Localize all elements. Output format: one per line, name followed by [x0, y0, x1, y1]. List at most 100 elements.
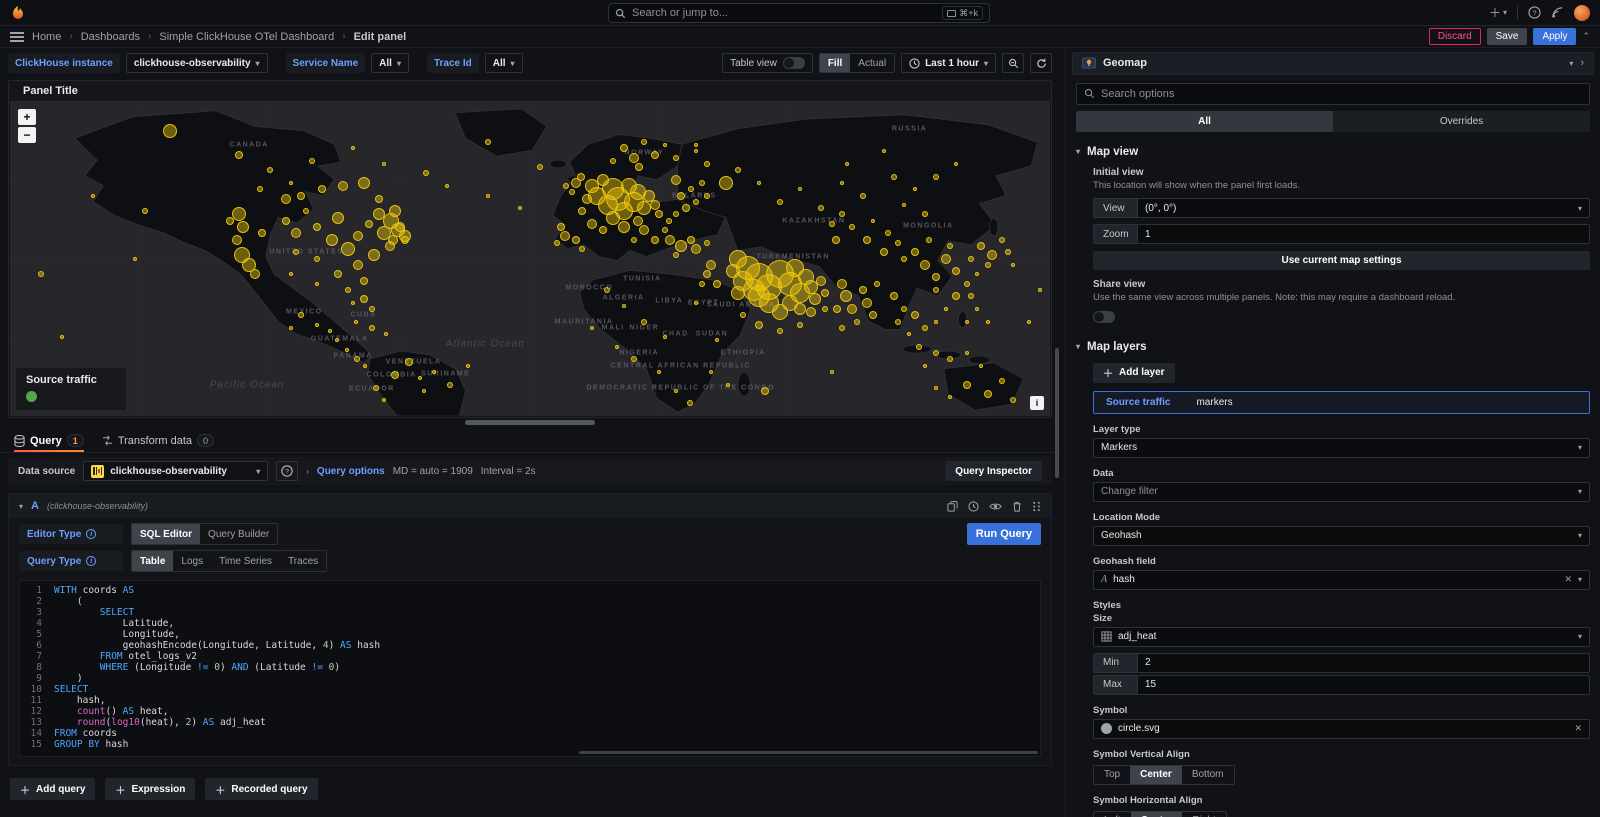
- breadcrumb-dashboard-name[interactable]: Simple ClickHouse OTel Dashboard: [159, 31, 334, 43]
- zoom-out-time-button[interactable]: [1002, 53, 1024, 73]
- menu-icon[interactable]: [10, 31, 24, 43]
- share-view-toggle[interactable]: [1093, 311, 1115, 323]
- breadcrumb-home[interactable]: Home: [32, 31, 61, 43]
- help-icon[interactable]: ?: [1528, 6, 1541, 19]
- logs-option[interactable]: Logs: [173, 551, 211, 571]
- actual-option[interactable]: Actual: [850, 54, 894, 72]
- options-pane-header[interactable]: Geomap ▾ ›: [1072, 52, 1594, 75]
- map-zoom-out-button[interactable]: −: [18, 127, 36, 143]
- tab-transform-data[interactable]: Transform data 0: [102, 434, 214, 452]
- table-view-toggle[interactable]: [783, 57, 805, 69]
- breadcrumb-dashboards[interactable]: Dashboards: [81, 31, 140, 43]
- drag-handle-icon[interactable]: [1032, 501, 1041, 512]
- time-series-option[interactable]: Time Series: [211, 551, 280, 571]
- time-range-picker[interactable]: Last 1 hour ▾: [901, 53, 996, 73]
- query-options-toggle[interactable]: Query options: [317, 466, 385, 477]
- trash-icon[interactable]: [1012, 501, 1022, 512]
- chevron-down-icon[interactable]: ▾: [1569, 59, 1573, 68]
- add-layer-button[interactable]: ＋Add layer: [1093, 363, 1175, 383]
- user-avatar[interactable]: [1574, 5, 1590, 21]
- clear-icon[interactable]: ✕: [1574, 723, 1582, 734]
- align-bottom-option[interactable]: Bottom: [1182, 766, 1234, 784]
- editor-type-segment: SQL Editor Query Builder: [131, 523, 278, 545]
- datasource-help-button[interactable]: ?: [276, 461, 298, 481]
- code-scrollbar[interactable]: [579, 751, 1038, 754]
- sql-editor-option[interactable]: SQL Editor: [132, 524, 200, 544]
- align-center-option[interactable]: Center: [1130, 766, 1182, 784]
- add-query-button[interactable]: ＋Add query: [10, 778, 95, 800]
- refresh-button[interactable]: [1030, 53, 1052, 73]
- align-left-option[interactable]: Left: [1094, 812, 1131, 817]
- collapse-options-icon[interactable]: ⌃: [1582, 32, 1590, 41]
- apply-button[interactable]: Apply: [1533, 28, 1576, 45]
- map-marker: [735, 167, 741, 173]
- panel-horizontal-scrollbar[interactable]: [465, 420, 595, 425]
- sql-editor[interactable]: 1WITH coords AS2 (3 SELECT4 Latitude,5 L…: [19, 580, 1041, 757]
- map-marker: [604, 287, 610, 293]
- tab-query[interactable]: Query 1: [14, 434, 84, 452]
- layer-name: Source traffic: [1106, 397, 1170, 408]
- clear-icon[interactable]: ✕: [1564, 574, 1572, 585]
- discard-button[interactable]: Discard: [1429, 28, 1481, 45]
- view-select[interactable]: (0°, 0°)▾: [1137, 198, 1590, 218]
- duplicate-icon[interactable]: [947, 501, 958, 512]
- var-service-name-value[interactable]: All▾: [371, 53, 409, 73]
- tab-all[interactable]: All: [1076, 111, 1333, 132]
- fill-option[interactable]: Fill: [820, 54, 850, 72]
- sql-code-line: 4 Latitude,: [20, 618, 1040, 629]
- query-type-label: Query Typei: [19, 551, 123, 571]
- sql-code-line: 2 (: [20, 596, 1040, 607]
- max-field-label: Max: [1093, 675, 1137, 695]
- history-icon[interactable]: [968, 501, 979, 512]
- recorded-query-button[interactable]: ＋Recorded query: [205, 778, 317, 800]
- zoom-input[interactable]: 1: [1137, 224, 1590, 244]
- new-menu-button[interactable]: ＋▾: [1489, 7, 1507, 19]
- geomap-canvas[interactable]: RUSSIACANADAUNITED STATESMEXICOCUBAGUATE…: [10, 101, 1050, 416]
- use-current-map-settings-button[interactable]: Use current map settings: [1093, 251, 1590, 270]
- size-field-select[interactable]: adj_heat ▾: [1093, 627, 1590, 647]
- divider: [1517, 6, 1518, 20]
- query-editor-card: ▾ A (clickhouse-observability) Editor Ty…: [8, 493, 1052, 766]
- align-top-option[interactable]: Top: [1094, 766, 1130, 784]
- map-marker: [798, 187, 802, 191]
- map-markers: [10, 101, 1050, 416]
- grafana-logo[interactable]: [10, 5, 26, 21]
- layer-row-source-traffic[interactable]: Source traffic markers: [1093, 391, 1590, 414]
- section-map-view[interactable]: ▾Map view: [1076, 146, 1590, 158]
- save-button[interactable]: Save: [1487, 28, 1528, 45]
- layer-type-select[interactable]: Markers▾: [1093, 438, 1590, 458]
- var-clickhouse-instance-value[interactable]: clickhouse-observability▾: [126, 53, 268, 73]
- tab-overrides[interactable]: Overrides: [1333, 111, 1590, 132]
- align-right-option[interactable]: Right: [1182, 812, 1225, 817]
- traces-option[interactable]: Traces: [280, 551, 326, 571]
- query-row-header[interactable]: ▾ A (clickhouse-observability): [9, 494, 1051, 518]
- collapse-pane-icon[interactable]: ›: [1580, 57, 1584, 69]
- news-icon[interactable]: [1551, 6, 1564, 19]
- map-marker: [933, 287, 939, 293]
- expression-button[interactable]: ＋Expression: [105, 778, 195, 800]
- pane-vertical-scrollbar[interactable]: [1055, 348, 1059, 478]
- table-option[interactable]: Table: [132, 551, 173, 571]
- symbol-select[interactable]: circle.svg ✕: [1093, 719, 1590, 739]
- query-inspector-button[interactable]: Query Inspector: [945, 461, 1042, 481]
- map-marker: [965, 320, 969, 324]
- run-query-button[interactable]: Run Query: [967, 523, 1041, 545]
- map-zoom-in-button[interactable]: +: [18, 109, 36, 125]
- location-mode-select[interactable]: Geohash▾: [1093, 526, 1590, 546]
- section-map-layers[interactable]: ▾Map layers: [1076, 341, 1590, 353]
- global-search[interactable]: Search or jump to... ⌘+k: [608, 3, 990, 23]
- geohash-field-select[interactable]: A hash ✕ ▾: [1093, 570, 1590, 590]
- map-marker: [232, 235, 242, 245]
- query-builder-option[interactable]: Query Builder: [200, 524, 277, 544]
- datasource-picker[interactable]: clickhouse-observability ▾: [83, 461, 268, 481]
- var-trace-id-value[interactable]: All▾: [485, 53, 523, 73]
- map-marker: [911, 248, 919, 256]
- data-filter-select[interactable]: Change filter▾: [1093, 482, 1590, 502]
- chevron-right-icon[interactable]: ›: [306, 467, 309, 476]
- max-input[interactable]: 15: [1137, 675, 1590, 695]
- eye-icon[interactable]: [989, 501, 1002, 512]
- min-input[interactable]: 2: [1137, 653, 1590, 673]
- options-search-input[interactable]: Search options: [1076, 83, 1590, 105]
- align-center-option[interactable]: Center: [1131, 812, 1183, 817]
- map-attribution-button[interactable]: i: [1030, 396, 1044, 410]
